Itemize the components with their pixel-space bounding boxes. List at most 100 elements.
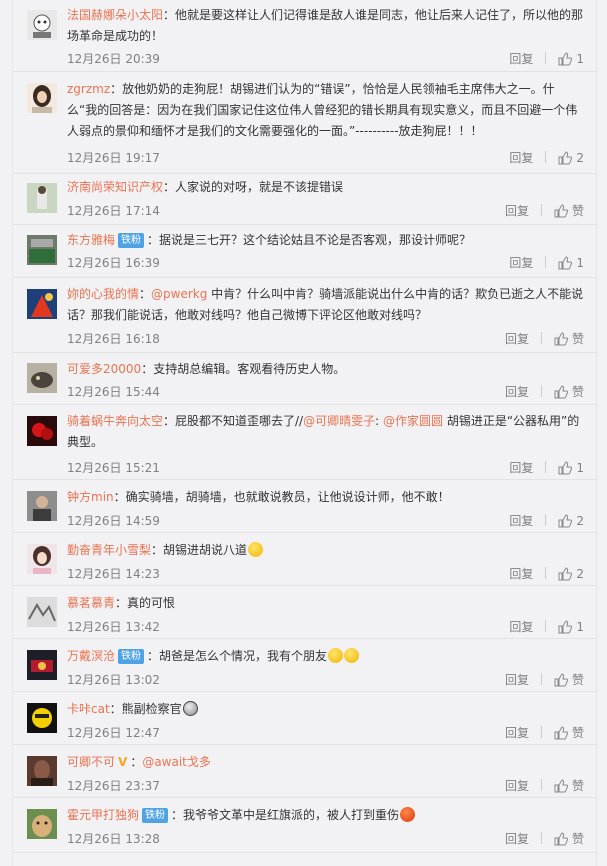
comment-username[interactable]: 卡咔cat xyxy=(67,702,110,716)
thumbs-up-icon xyxy=(554,779,569,793)
like-count: 赞 xyxy=(571,204,584,218)
like-button[interactable]: 1 xyxy=(558,50,584,68)
reply-button[interactable]: 回复 xyxy=(509,618,533,636)
avatar[interactable] xyxy=(27,83,57,113)
avatar[interactable] xyxy=(27,809,57,839)
comment-username[interactable]: 慕茗慕青 xyxy=(67,596,115,610)
like-count: 1 xyxy=(576,461,584,475)
like-button[interactable]: 2 xyxy=(558,565,584,583)
divider xyxy=(545,151,547,163)
like-button[interactable]: 2 xyxy=(558,512,584,530)
avatar[interactable] xyxy=(27,597,57,627)
like-button[interactable]: 赞 xyxy=(554,724,584,742)
avatar[interactable] xyxy=(27,491,57,521)
thumbs-up-icon xyxy=(554,204,569,218)
like-button[interactable]: 赞 xyxy=(554,671,584,689)
comment-username[interactable]: 妳的心我的情 xyxy=(67,287,139,301)
comment-time: 12月26日 16:39 xyxy=(67,256,160,270)
thumbs-up-icon xyxy=(558,620,573,634)
divider xyxy=(540,385,542,397)
comment-time: 12月26日 15:21 xyxy=(67,461,160,475)
like-button[interactable]: 赞 xyxy=(554,202,584,220)
emoji-icon xyxy=(328,648,344,663)
comment-username[interactable]: 钟方min xyxy=(67,490,114,504)
comment-actions: 回复 赞 xyxy=(505,724,584,742)
comment-actions: 回复 2 xyxy=(509,512,584,530)
avatar[interactable] xyxy=(27,363,57,393)
reply-button[interactable]: 回复 xyxy=(509,50,533,68)
comment-username[interactable]: 霍元甲打独狗 xyxy=(67,808,139,822)
comment-username[interactable]: 可卿不可 xyxy=(67,755,115,769)
like-button[interactable]: 赞 xyxy=(554,330,584,348)
like-button[interactable]: 1 xyxy=(558,254,584,272)
comment-username[interactable]: 万戴溟沧 xyxy=(67,649,115,663)
comment-colon: ： xyxy=(139,287,152,301)
avatar[interactable] xyxy=(27,235,57,265)
comment-item: 霍元甲打独狗 铁粉 ：我爷爷文革中是红旗派的，被人打到重伤 12月26日 13:28… xyxy=(13,799,596,853)
avatar[interactable] xyxy=(27,416,57,446)
avatar[interactable] xyxy=(27,544,57,574)
reply-button[interactable]: 回复 xyxy=(509,254,533,272)
comment-username[interactable]: 东方雅梅 xyxy=(67,233,115,247)
comment-item: zgrzmz：放他奶奶的走狗屁！胡锡进们认为的“错误”，恰恰是人民领袖毛主席伟大… xyxy=(13,73,596,174)
comment-time: 12月26日 12:47 xyxy=(67,726,160,740)
avatar[interactable] xyxy=(27,289,57,319)
comment-username[interactable]: 骑着蜗牛奔向太空 xyxy=(67,414,163,428)
comment-text: ：胡爸是怎么个情况，我有个朋友 xyxy=(147,649,328,663)
comment-username[interactable]: 可爱多20000 xyxy=(67,362,141,376)
comment-text: ：据说是三七开？这个结论姑且不论是否客观，那设计师呢？ xyxy=(147,233,472,247)
reply-button[interactable]: 回复 xyxy=(505,671,529,689)
reply-button[interactable]: 回复 xyxy=(505,830,529,848)
like-button[interactable]: 1 xyxy=(558,618,584,636)
comment-text: ： xyxy=(130,755,143,769)
avatar[interactable] xyxy=(27,183,57,213)
reply-button[interactable]: 回复 xyxy=(509,149,533,167)
like-count: 1 xyxy=(576,52,584,66)
comment-username[interactable]: 法国赫娜朵小太阳 xyxy=(67,8,163,22)
like-button[interactable]: 1 xyxy=(558,459,584,477)
divider xyxy=(545,256,547,268)
comment-text: ：真的可恨 xyxy=(115,596,176,610)
reply-button[interactable]: 回复 xyxy=(509,459,533,477)
comment-time: 12月26日 20:39 xyxy=(67,52,160,66)
thumbs-up-icon xyxy=(558,567,573,581)
comment-text: ：胡锡进胡说八道 xyxy=(151,543,248,557)
reply-button[interactable]: 回复 xyxy=(505,383,529,401)
emoji-icon xyxy=(182,701,198,716)
comment-time: 12月26日 14:59 xyxy=(67,514,160,528)
fan-badge: 铁粉 xyxy=(118,233,145,248)
comment-username[interactable]: 勤奋青年小雪梨 xyxy=(67,543,151,557)
like-count: 1 xyxy=(576,620,584,634)
reply-button[interactable]: 回复 xyxy=(505,777,529,795)
thumbs-up-icon xyxy=(558,52,573,66)
like-button[interactable]: 赞 xyxy=(554,830,584,848)
comment-username[interactable]: 济南尚荣知识产权 xyxy=(67,180,163,194)
reply-button[interactable]: 回复 xyxy=(505,724,529,742)
reply-button[interactable]: 回复 xyxy=(509,512,533,530)
avatar[interactable] xyxy=(27,756,57,786)
comment-time: 12月26日 13:28 xyxy=(67,832,160,846)
comment-username[interactable]: zgrzmz xyxy=(67,82,110,96)
like-button[interactable]: 2 xyxy=(558,149,584,167)
thumbs-up-icon xyxy=(554,673,569,687)
mention-link[interactable]: @可卿晴雯子 xyxy=(303,414,375,428)
comment-item: 勤奋青年小雪梨：胡锡进胡说八道 12月26日 14:23 回复 2 xyxy=(13,534,596,586)
reply-button[interactable]: 回复 xyxy=(505,330,529,348)
comment-actions: 回复 赞 xyxy=(505,330,584,348)
comment-text: ：我爷爷文革中是红旗派的，被人打到重伤 xyxy=(171,808,400,822)
like-button[interactable]: 赞 xyxy=(554,777,584,795)
divider xyxy=(545,461,547,473)
mention-link[interactable]: @await戈多 xyxy=(142,755,211,769)
comment-list: 法国赫娜朵小太阳：他就是要这样让人们记得谁是敌人谁是同志，他让后来人记住了，所以… xyxy=(12,0,597,866)
avatar[interactable] xyxy=(27,703,57,733)
avatar[interactable] xyxy=(27,650,57,680)
reply-button[interactable]: 回复 xyxy=(505,202,529,220)
reply-button[interactable]: 回复 xyxy=(509,565,533,583)
divider xyxy=(545,514,547,526)
divider xyxy=(540,726,542,738)
like-button[interactable]: 赞 xyxy=(554,383,584,401)
mention-link[interactable]: @pwerkg xyxy=(151,287,207,301)
mention-link[interactable]: @作家圆圆 xyxy=(383,414,443,428)
like-count: 赞 xyxy=(571,726,584,740)
avatar[interactable] xyxy=(27,10,57,40)
